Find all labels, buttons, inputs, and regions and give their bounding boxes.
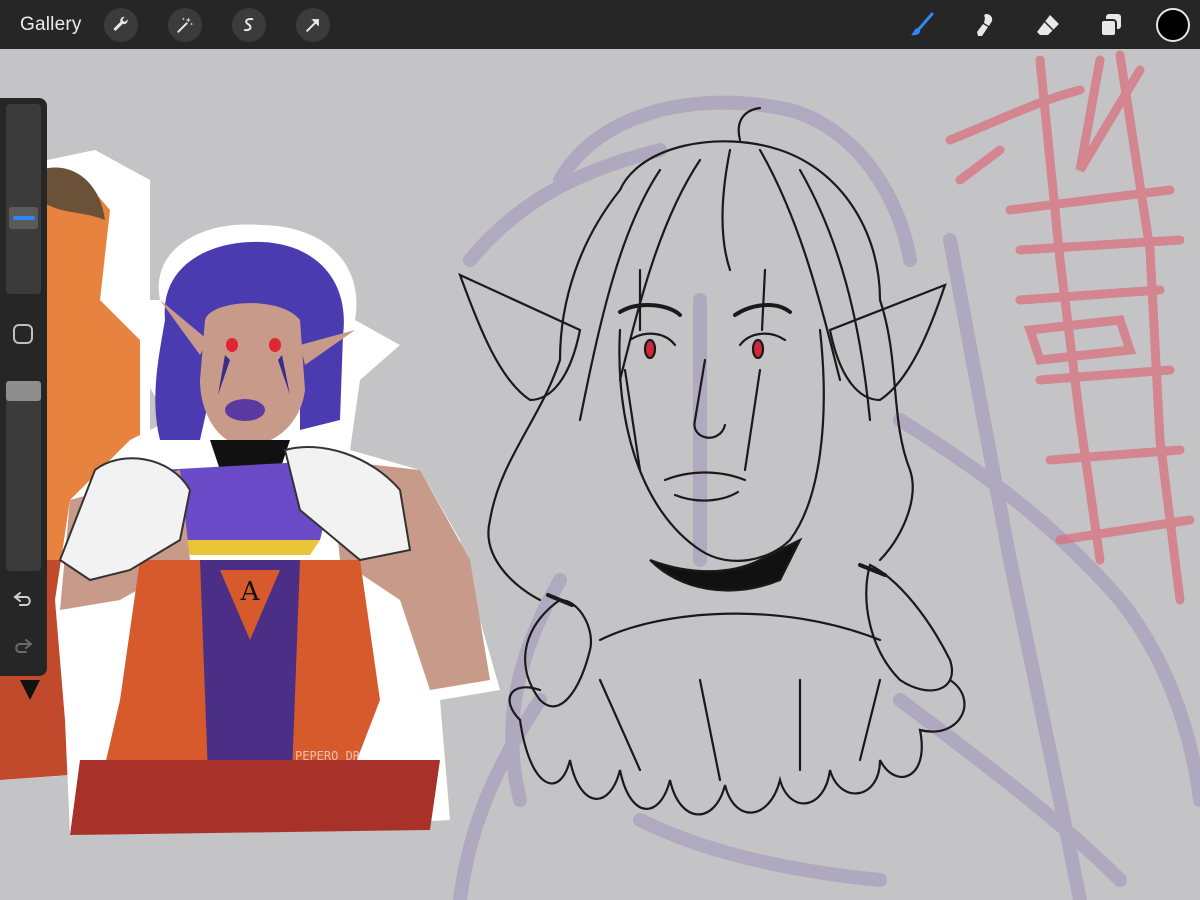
transform-button[interactable] bbox=[295, 7, 330, 42]
right-tool-group bbox=[904, 0, 1200, 49]
undo-icon[interactable] bbox=[11, 587, 35, 611]
brush-size-indicator bbox=[12, 216, 35, 220]
layers-button[interactable] bbox=[1093, 7, 1129, 43]
sticker-letter: A bbox=[240, 577, 261, 607]
smudge-icon bbox=[977, 13, 993, 36]
artist-signature: PEPERO DRAWS 2023 bbox=[295, 749, 418, 763]
brush-icon bbox=[911, 12, 934, 35]
modify-button[interactable] bbox=[13, 324, 33, 344]
gallery-button[interactable]: Gallery bbox=[20, 14, 82, 36]
layers-icon bbox=[1100, 13, 1121, 37]
brush-tool-button[interactable] bbox=[904, 7, 940, 43]
top-toolbar: Gallery bbox=[0, 0, 1200, 49]
smudge-tool-button[interactable] bbox=[967, 7, 1003, 43]
opacity-handle[interactable] bbox=[6, 381, 41, 401]
transform-arrow-icon bbox=[305, 18, 319, 32]
adjustments-button[interactable] bbox=[167, 7, 202, 42]
eraser-icon bbox=[1037, 14, 1059, 35]
selection-icon bbox=[243, 17, 253, 31]
canvas-artwork: A PEPERO DRAWS 2023 bbox=[0, 50, 1200, 900]
actions-button[interactable] bbox=[103, 7, 138, 42]
wrench-icon bbox=[113, 16, 128, 31]
redo-icon[interactable] bbox=[11, 634, 35, 658]
brush-size-handle[interactable] bbox=[9, 207, 38, 229]
opacity-slider[interactable] bbox=[6, 381, 41, 571]
selection-button[interactable] bbox=[231, 7, 266, 42]
drawing-canvas[interactable]: A PEPERO DRAWS 2023 bbox=[0, 49, 1200, 900]
magic-wand-icon bbox=[176, 17, 193, 33]
eraser-tool-button[interactable] bbox=[1030, 7, 1066, 43]
brush-size-slider[interactable] bbox=[6, 104, 41, 294]
red-sketch-layer bbox=[945, 50, 1195, 605]
color-picker-button[interactable] bbox=[1156, 7, 1190, 42]
left-sidebar bbox=[0, 98, 47, 676]
